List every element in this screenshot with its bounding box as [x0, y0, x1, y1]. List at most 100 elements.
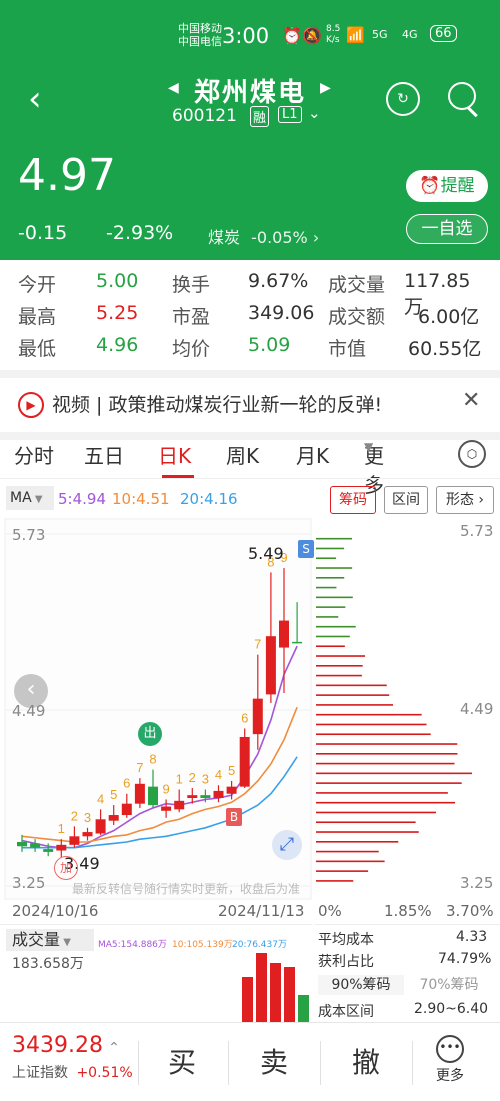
- net-speed-unit: K/s: [326, 35, 340, 45]
- divider: [320, 1041, 321, 1085]
- signal-number: 5: [228, 763, 235, 778]
- chip-bar: [316, 723, 427, 726]
- candle-body: [239, 736, 250, 787]
- chip-bar: [316, 577, 345, 579]
- stock-code: 600121: [172, 106, 237, 126]
- next-stock-icon[interactable]: ▶: [320, 80, 331, 96]
- index-widget[interactable]: 3439.28 ⌃ 上证指数 +0.51%: [12, 1033, 133, 1082]
- ma5-value: 5:4.94: [58, 490, 106, 508]
- index-pct: +0.51%: [76, 1065, 133, 1081]
- candle-body: [148, 786, 158, 806]
- volume-ma5: MA5:154.886万: [98, 940, 167, 950]
- kline-plot-area: [4, 518, 312, 900]
- sell-button[interactable]: 卖: [260, 1041, 288, 1081]
- b-marker: B: [226, 808, 242, 826]
- x-label-end: 2024/11/13: [218, 902, 305, 920]
- volume-bar: [284, 967, 295, 1023]
- chip-bar: [316, 811, 437, 814]
- ma-label: MA: [10, 490, 32, 506]
- settings-icon[interactable]: ⬡: [458, 440, 486, 468]
- quote-label: 成交额: [328, 306, 386, 328]
- quote-value: 349.06: [248, 302, 315, 324]
- quote-label: 最低: [18, 338, 57, 360]
- chevron-right-icon: ›: [312, 228, 320, 247]
- chip-bar: [316, 665, 363, 667]
- chip-bar: [316, 831, 419, 833]
- tab-weekly[interactable]: 周K: [226, 440, 259, 469]
- back-icon[interactable]: ‹: [28, 82, 42, 116]
- signal-number: 3: [202, 771, 209, 786]
- range-button[interactable]: 区间: [384, 486, 428, 514]
- chip90-toggle[interactable]: 90%筹码: [318, 975, 404, 995]
- news-banner[interactable]: ▶ 视频 | 政策推动煤炭行业新一轮的反弹! ✕: [0, 370, 500, 440]
- scroll-left-button[interactable]: ‹: [14, 674, 48, 708]
- tab-monthly[interactable]: 月K: [296, 440, 329, 469]
- pattern-button[interactable]: 形态 ›: [436, 486, 494, 514]
- chip-bar: [316, 801, 456, 804]
- carrier-2: 中国电信: [178, 35, 222, 48]
- chip-bar: [316, 547, 345, 550]
- sell-signal-badge: 出: [138, 722, 162, 746]
- y-tick-top: 5.73: [12, 526, 46, 544]
- sector-name: 煤炭: [208, 228, 241, 247]
- wifi-icon: 📶: [346, 26, 365, 44]
- ma10-value: 10:4.51: [112, 490, 170, 508]
- search-icon[interactable]: [448, 82, 476, 110]
- signal-number: 5: [110, 787, 117, 802]
- net-speed: 8.5: [326, 24, 341, 34]
- chip70-toggle[interactable]: 70%筹码: [406, 975, 492, 995]
- sector-link[interactable]: 煤炭 -0.05% ›: [208, 224, 319, 248]
- chip-bar: [316, 772, 472, 775]
- chip-bar: [316, 616, 339, 618]
- chevron-down-icon[interactable]: ⌄: [308, 104, 321, 122]
- volume-bar: [256, 953, 267, 1023]
- chip-bar: [316, 841, 399, 843]
- close-icon[interactable]: ✕: [462, 388, 480, 413]
- quote-label: 换手: [172, 274, 211, 296]
- chip-bar: [316, 684, 387, 687]
- mute-icon: 🔕: [302, 26, 322, 45]
- expand-chart-icon[interactable]: ⤢: [272, 830, 302, 860]
- prev-stock-icon[interactable]: ◀: [168, 80, 179, 96]
- candle-body: [17, 842, 27, 847]
- price-change-pct: -2.93%: [106, 222, 174, 244]
- chip-bar: [316, 762, 455, 765]
- quote-row: 最高 5.25 市盈 349.06 成交额 6.00亿: [18, 302, 488, 334]
- volume-selector[interactable]: 成交量 ▼: [6, 929, 94, 951]
- chip-bar: [316, 557, 337, 560]
- stock-name: 郑州煤电: [194, 78, 307, 108]
- volume-bar: [270, 963, 281, 1023]
- quote-row: 最低 4.96 均价 5.09 市值 60.55亿: [18, 334, 488, 366]
- cancel-order-button[interactable]: 撤: [352, 1041, 380, 1081]
- signal-number: 4: [97, 791, 104, 806]
- tab-5day[interactable]: 五日: [84, 440, 124, 469]
- volume-bar: [298, 995, 309, 1023]
- quote-label: 成交量: [328, 274, 386, 296]
- signal-number: 7: [254, 637, 261, 652]
- volume-panel: 成交量 ▼ 183.658万 MA5:154.886万 10:105.139万 …: [0, 924, 312, 1023]
- more-button[interactable]: ••• 更多: [436, 1035, 464, 1085]
- chip-button[interactable]: 筹码: [330, 486, 376, 514]
- signal-number: 3: [84, 810, 91, 825]
- watchlist-button[interactable]: 一自选: [406, 214, 488, 244]
- candle-body: [265, 636, 276, 695]
- signal-number: 2: [189, 770, 196, 785]
- candle-body: [134, 783, 145, 804]
- tab-intraday[interactable]: 分时: [14, 440, 54, 469]
- quote-grid: 今开 5.00 换手 9.67% 成交量 117.85万 最高 5.25 市盈 …: [18, 270, 488, 366]
- clock: 3:00: [222, 24, 270, 48]
- tab-daily[interactable]: 日K: [158, 440, 191, 469]
- bell-icon: ⏰: [419, 176, 441, 196]
- level-tag: L1: [278, 106, 302, 123]
- refresh-icon[interactable]: ↻: [386, 82, 420, 116]
- dist-tick-0: 0%: [318, 902, 342, 920]
- ma-selector[interactable]: MA ▼: [6, 486, 54, 510]
- remind-button[interactable]: ⏰提醒: [406, 170, 488, 202]
- avg-cost-label: 平均成本: [318, 932, 374, 948]
- quote-value: 5.25: [96, 302, 139, 324]
- chip-bar: [316, 821, 416, 824]
- pattern-label: 形态: [445, 492, 474, 508]
- buy-button[interactable]: 买: [168, 1041, 196, 1081]
- quote-row: 今开 5.00 换手 9.67% 成交量 117.85万: [18, 270, 488, 318]
- volume-bar: [242, 977, 253, 1023]
